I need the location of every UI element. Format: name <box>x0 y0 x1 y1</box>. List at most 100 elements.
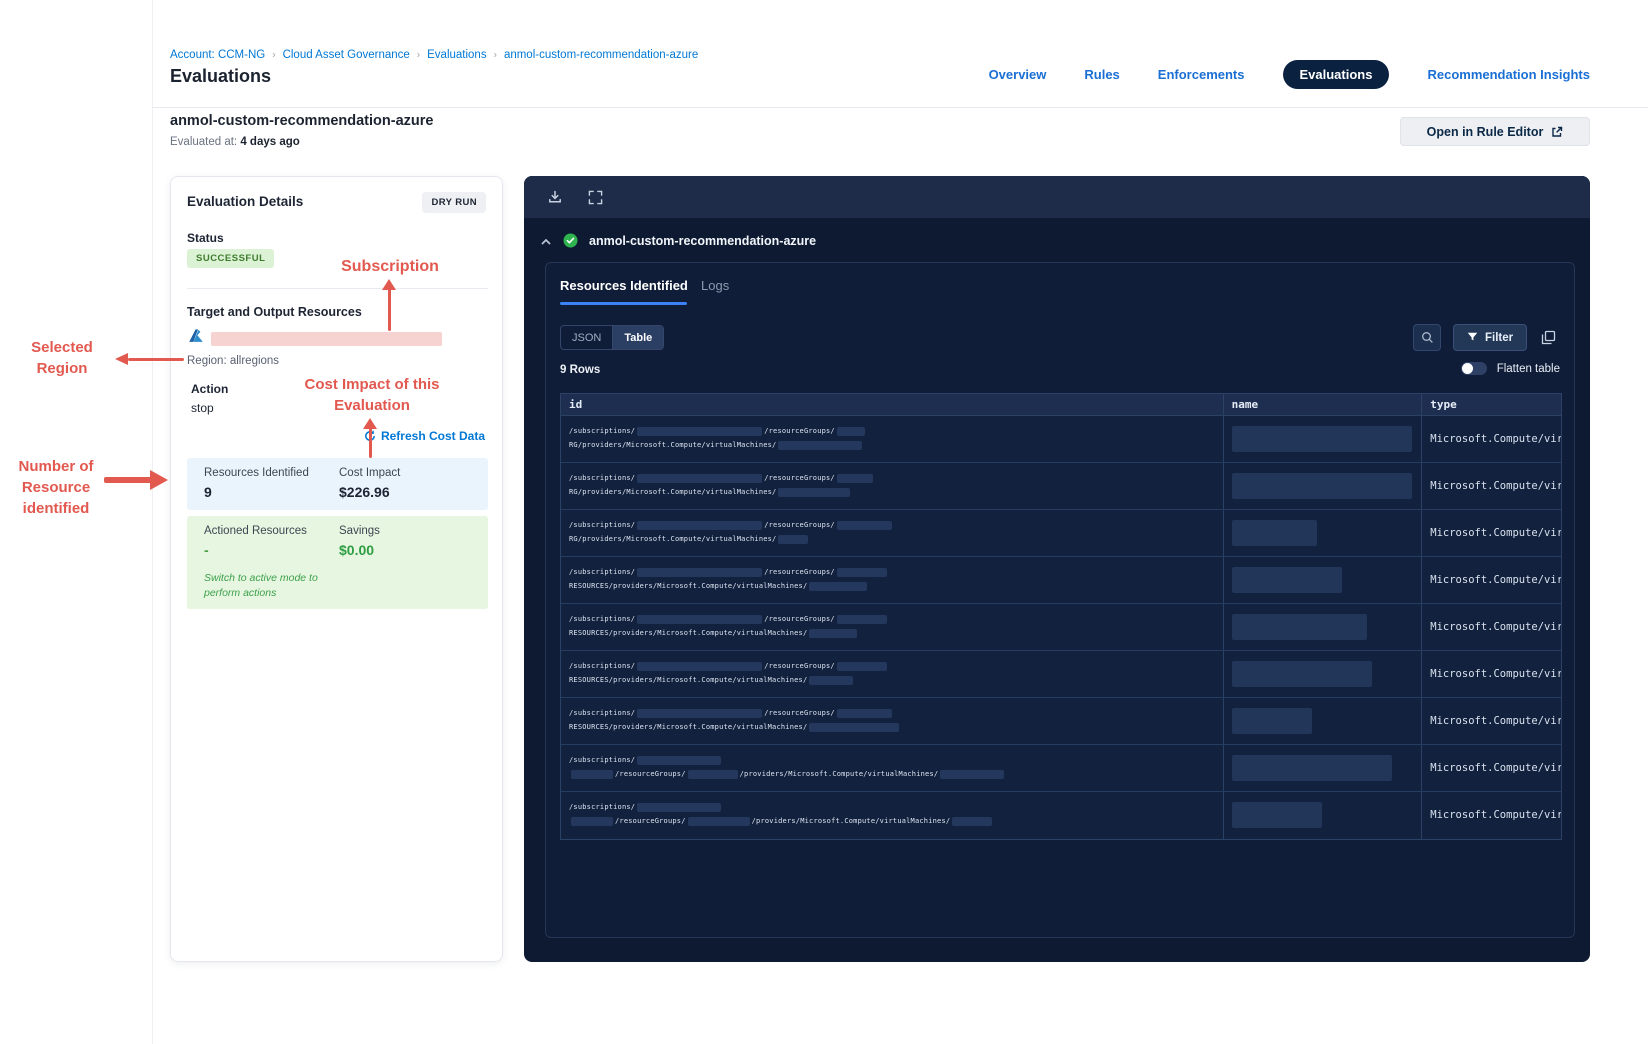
redacted-segment <box>836 426 865 436</box>
copy-icon[interactable] <box>1537 326 1559 348</box>
id-text-segment: RESOURCES/providers/Microsoft.Compute/vi… <box>569 582 808 590</box>
top-nav: Overview Rules Enforcements Evaluations Reco… <box>989 60 1590 89</box>
search-button[interactable] <box>1413 324 1441 351</box>
nav-evaluations[interactable]: Evaluations <box>1282 60 1390 89</box>
tab-resources-identified[interactable]: Resources Identified <box>560 278 688 293</box>
cost-impact-value: $226.96 <box>339 484 390 500</box>
redacted-segment <box>836 473 873 483</box>
id-line: /subscriptions/ /resourceGroups/ <box>569 659 1223 673</box>
cell-name <box>1222 557 1422 603</box>
search-icon <box>1421 331 1434 344</box>
redacted-segment <box>836 614 887 624</box>
cell-type: Microsoft.Compute/virtu <box>1421 792 1561 839</box>
id-text-segment: /subscriptions/ <box>569 662 636 670</box>
id-line: /resourceGroups/ /providers/Microsoft.Com… <box>569 767 1223 781</box>
id-line: /subscriptions/ /resourceGroups/ <box>569 424 1223 438</box>
table-row[interactable]: /subscriptions/ /resourceGroups/RESOURCES… <box>561 698 1561 745</box>
view-toggle-table[interactable]: Table <box>612 326 664 349</box>
breadcrumb-link[interactable]: Evaluations <box>427 49 486 61</box>
column-header-type: type <box>1421 394 1561 415</box>
id-line: RG/providers/Microsoft.Compute/virtualMa… <box>569 438 1223 452</box>
evaluation-collapse-row[interactable]: anmol-custom-recommendation-azure <box>540 233 816 248</box>
annotation-arrow-cost-impact <box>369 428 372 458</box>
cell-id: /subscriptions/ /resourceGroups/RESOURCES… <box>561 698 1223 744</box>
view-toggle-json[interactable]: JSON <box>561 326 612 349</box>
resources-identified-value: 9 <box>204 484 212 500</box>
table-row[interactable]: /subscriptions/ /resourceGroups/ /provider… <box>561 745 1561 792</box>
savings-label: Savings <box>339 525 380 537</box>
download-icon[interactable] <box>547 189 563 205</box>
evaluated-at-label: Evaluated at: <box>170 136 238 148</box>
redacted-name <box>1231 708 1312 734</box>
annotation-arrow-resources-identified <box>104 477 152 483</box>
id-text-segment: /subscriptions/ <box>569 803 636 811</box>
chevron-up-icon[interactable] <box>540 235 552 247</box>
refresh-cost-data-link[interactable]: Refresh Cost Data <box>364 429 485 443</box>
cell-name <box>1222 510 1422 556</box>
redacted-name <box>1231 473 1412 499</box>
evaluation-details-card: Evaluation Details DRY RUN Status SUCCES… <box>170 176 503 962</box>
nav-recommendation-insights[interactable]: Recommendation Insights <box>1427 67 1590 82</box>
active-tab-underline <box>560 302 687 305</box>
open-rule-editor-label: Open in Rule Editor <box>1426 124 1544 139</box>
redacted-segment <box>687 816 750 826</box>
breadcrumb-link[interactable]: Account: CCM-NG <box>170 49 265 61</box>
redacted-segment <box>940 769 1005 779</box>
flatten-toggle[interactable] <box>1460 362 1487 375</box>
table-row[interactable]: /subscriptions/ /resourceGroups/RG/provid… <box>561 463 1561 510</box>
redacted-name <box>1231 755 1392 781</box>
table-row[interactable]: /subscriptions/ /resourceGroups/RG/provid… <box>561 510 1561 557</box>
id-text-segment: /resourceGroups/ <box>615 817 686 825</box>
id-line: /subscriptions/ /resourceGroups/ <box>569 565 1223 579</box>
id-text-segment: RG/providers/Microsoft.Compute/virtualMa… <box>569 488 777 496</box>
id-text-segment: /subscriptions/ <box>569 709 636 717</box>
breadcrumb-separator: › <box>272 49 276 60</box>
redacted-segment <box>836 708 892 718</box>
annotation-arrowhead-subscription <box>382 279 396 290</box>
evaluated-at: Evaluated at: 4 days ago <box>170 136 300 148</box>
redacted-segment <box>778 440 863 450</box>
id-text-segment: /providers/Microsoft.Compute/virtualMach… <box>751 817 951 825</box>
table-row[interactable]: /subscriptions/ /resourceGroups/ /provider… <box>561 792 1561 839</box>
id-text-segment: /resourceGroups/ <box>764 427 835 435</box>
redacted-subscription-bar <box>211 332 442 346</box>
redacted-segment <box>952 816 993 826</box>
cell-type: Microsoft.Compute/virtu <box>1421 651 1561 697</box>
redacted-segment <box>637 473 763 483</box>
breadcrumb-link[interactable]: Cloud Asset Governance <box>283 49 410 61</box>
evaluation-output-panel: anmol-custom-recommendation-azure Resour… <box>524 176 1590 962</box>
evaluation-title: anmol-custom-recommendation-azure <box>170 113 434 129</box>
annotation-subscription: Subscription <box>341 258 439 275</box>
table-row[interactable]: /subscriptions/ /resourceGroups/RG/provid… <box>561 416 1561 463</box>
annotation-arrowhead-resources-identified <box>150 470 168 490</box>
cell-name <box>1222 745 1422 791</box>
redacted-segment <box>637 708 763 718</box>
external-link-icon <box>1551 126 1563 138</box>
table-row[interactable]: /subscriptions/ /resourceGroups/RESOURCES… <box>561 651 1561 698</box>
id-text-segment: /resourceGroups/ <box>615 770 686 778</box>
refresh-label: Refresh Cost Data <box>380 429 485 443</box>
id-text-segment: /resourceGroups/ <box>764 709 835 717</box>
id-text-segment: /resourceGroups/ <box>764 568 835 576</box>
table-row[interactable]: /subscriptions/ /resourceGroups/RESOURCES… <box>561 604 1561 651</box>
nav-rules[interactable]: Rules <box>1084 67 1119 82</box>
fullscreen-icon[interactable] <box>588 189 604 205</box>
table-row[interactable]: /subscriptions/ /resourceGroups/RESOURCES… <box>561 557 1561 604</box>
action-label: Action <box>191 382 229 396</box>
id-text-segment: /subscriptions/ <box>569 568 636 576</box>
redacted-segment <box>836 567 887 577</box>
panel-evaluation-name: anmol-custom-recommendation-azure <box>589 233 817 248</box>
redacted-segment <box>637 661 763 671</box>
open-rule-editor-button[interactable]: Open in Rule Editor <box>1400 117 1590 146</box>
toggle-knob <box>1461 363 1473 374</box>
id-text-segment: /subscriptions/ <box>569 615 636 623</box>
nav-enforcements[interactable]: Enforcements <box>1158 67 1245 82</box>
filter-button[interactable]: Filter <box>1453 324 1528 351</box>
nav-overview[interactable]: Overview <box>989 67 1047 82</box>
id-line: /subscriptions/ <box>569 800 1223 814</box>
cell-name <box>1222 651 1422 697</box>
tab-logs[interactable]: Logs <box>701 278 729 293</box>
redacted-segment <box>637 802 722 812</box>
cell-id: /subscriptions/ /resourceGroups/RG/provid… <box>561 416 1223 462</box>
breadcrumb-link[interactable]: anmol-custom-recommendation-azure <box>504 49 698 61</box>
